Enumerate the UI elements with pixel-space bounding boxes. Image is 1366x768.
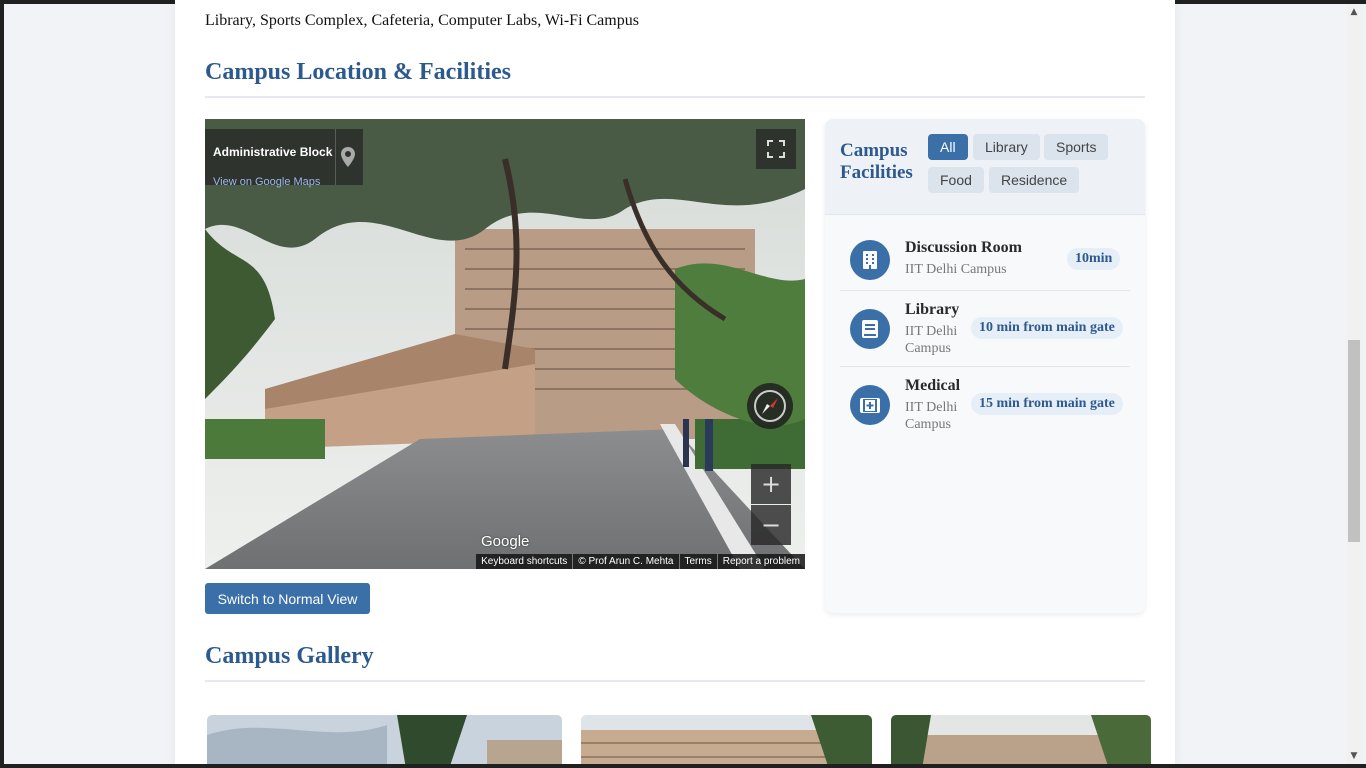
facility-name: Medical [905, 377, 961, 394]
building-icon [850, 240, 890, 280]
imagery-credit: © Prof Arun C. Mehta [572, 554, 678, 569]
report-problem-link[interactable]: Report a problem [716, 554, 805, 569]
facilities-summary: Library, Sports Complex, Cafeteria, Comp… [205, 12, 639, 29]
facility-name: Discussion Room [905, 239, 1022, 256]
facility-distance-badge: 10min [1067, 248, 1121, 270]
facility-name: Library [905, 301, 960, 318]
facility-item[interactable]: Discussion Room IIT Delhi Campus 10min [840, 229, 1130, 291]
filter-food[interactable]: Food [928, 167, 984, 193]
medical-kit-icon [850, 385, 890, 425]
fullscreen-icon [767, 140, 785, 158]
filter-residence[interactable]: Residence [989, 167, 1080, 193]
scroll-down-arrow-icon[interactable]: ▼ [1346, 748, 1362, 764]
facilities-title: Campus Facilities [840, 140, 913, 183]
facility-item[interactable]: Medical IIT Delhi Campus 15 min from mai… [840, 367, 1130, 443]
facilities-header: Campus Facilities All Library Sports Foo… [825, 119, 1145, 215]
google-logo: Google [481, 533, 530, 550]
filter-all[interactable]: All [928, 134, 968, 160]
facility-location: IIT Delhi Campus [905, 400, 958, 432]
filter-sports[interactable]: Sports [1044, 134, 1109, 160]
content-card: Library, Sports Complex, Cafeteria, Comp… [175, 0, 1175, 768]
view-on-google-maps-link[interactable]: View on Google Maps [213, 176, 320, 188]
scroll-thumb[interactable] [1348, 340, 1360, 542]
window-frame-left [0, 0, 4, 768]
fullscreen-button[interactable] [756, 129, 796, 169]
facility-item[interactable]: Library IIT Delhi Campus 10 min from mai… [840, 291, 1130, 367]
compass-control[interactable] [747, 383, 793, 429]
street-view-panorama[interactable]: Administrative Block View on Google Maps… [205, 119, 805, 569]
zoom-out-button[interactable]: − [751, 505, 791, 545]
facility-location: IIT Delhi Campus [905, 262, 1007, 277]
facilities-panel: Campus Facilities All Library Sports Foo… [825, 119, 1145, 613]
gallery-image[interactable] [581, 715, 872, 768]
book-icon [850, 309, 890, 349]
page-scrollbar[interactable]: ▲ ▼ [1346, 4, 1362, 764]
facility-location: IIT Delhi Campus [905, 324, 958, 356]
gallery-image[interactable] [891, 715, 1151, 768]
terms-link[interactable]: Terms [678, 554, 717, 569]
map-attribution-bar: Keyboard shortcuts © Prof Arun C. Mehta … [476, 554, 805, 569]
divider [335, 129, 336, 185]
filter-library[interactable]: Library [973, 134, 1040, 160]
zoom-in-button[interactable]: + [751, 464, 791, 504]
compass-icon [754, 390, 786, 422]
facility-distance-badge: 10 min from main gate [971, 317, 1123, 339]
place-info-box: Administrative Block View on Google Maps [205, 129, 363, 188]
window-frame-bottom [0, 764, 1366, 768]
scroll-up-arrow-icon[interactable]: ▲ [1346, 4, 1362, 20]
facility-distance-badge: 15 min from main gate [971, 393, 1123, 415]
place-name: Administrative Block [213, 145, 333, 159]
section-title-gallery: Campus Gallery [205, 643, 1145, 682]
gallery-image[interactable] [207, 715, 562, 768]
section-title-location: Campus Location & Facilities [205, 59, 1145, 98]
switch-view-button[interactable]: Switch to Normal View [205, 583, 370, 614]
keyboard-shortcuts-link[interactable]: Keyboard shortcuts [476, 554, 572, 569]
map-pin-icon[interactable] [341, 147, 355, 172]
